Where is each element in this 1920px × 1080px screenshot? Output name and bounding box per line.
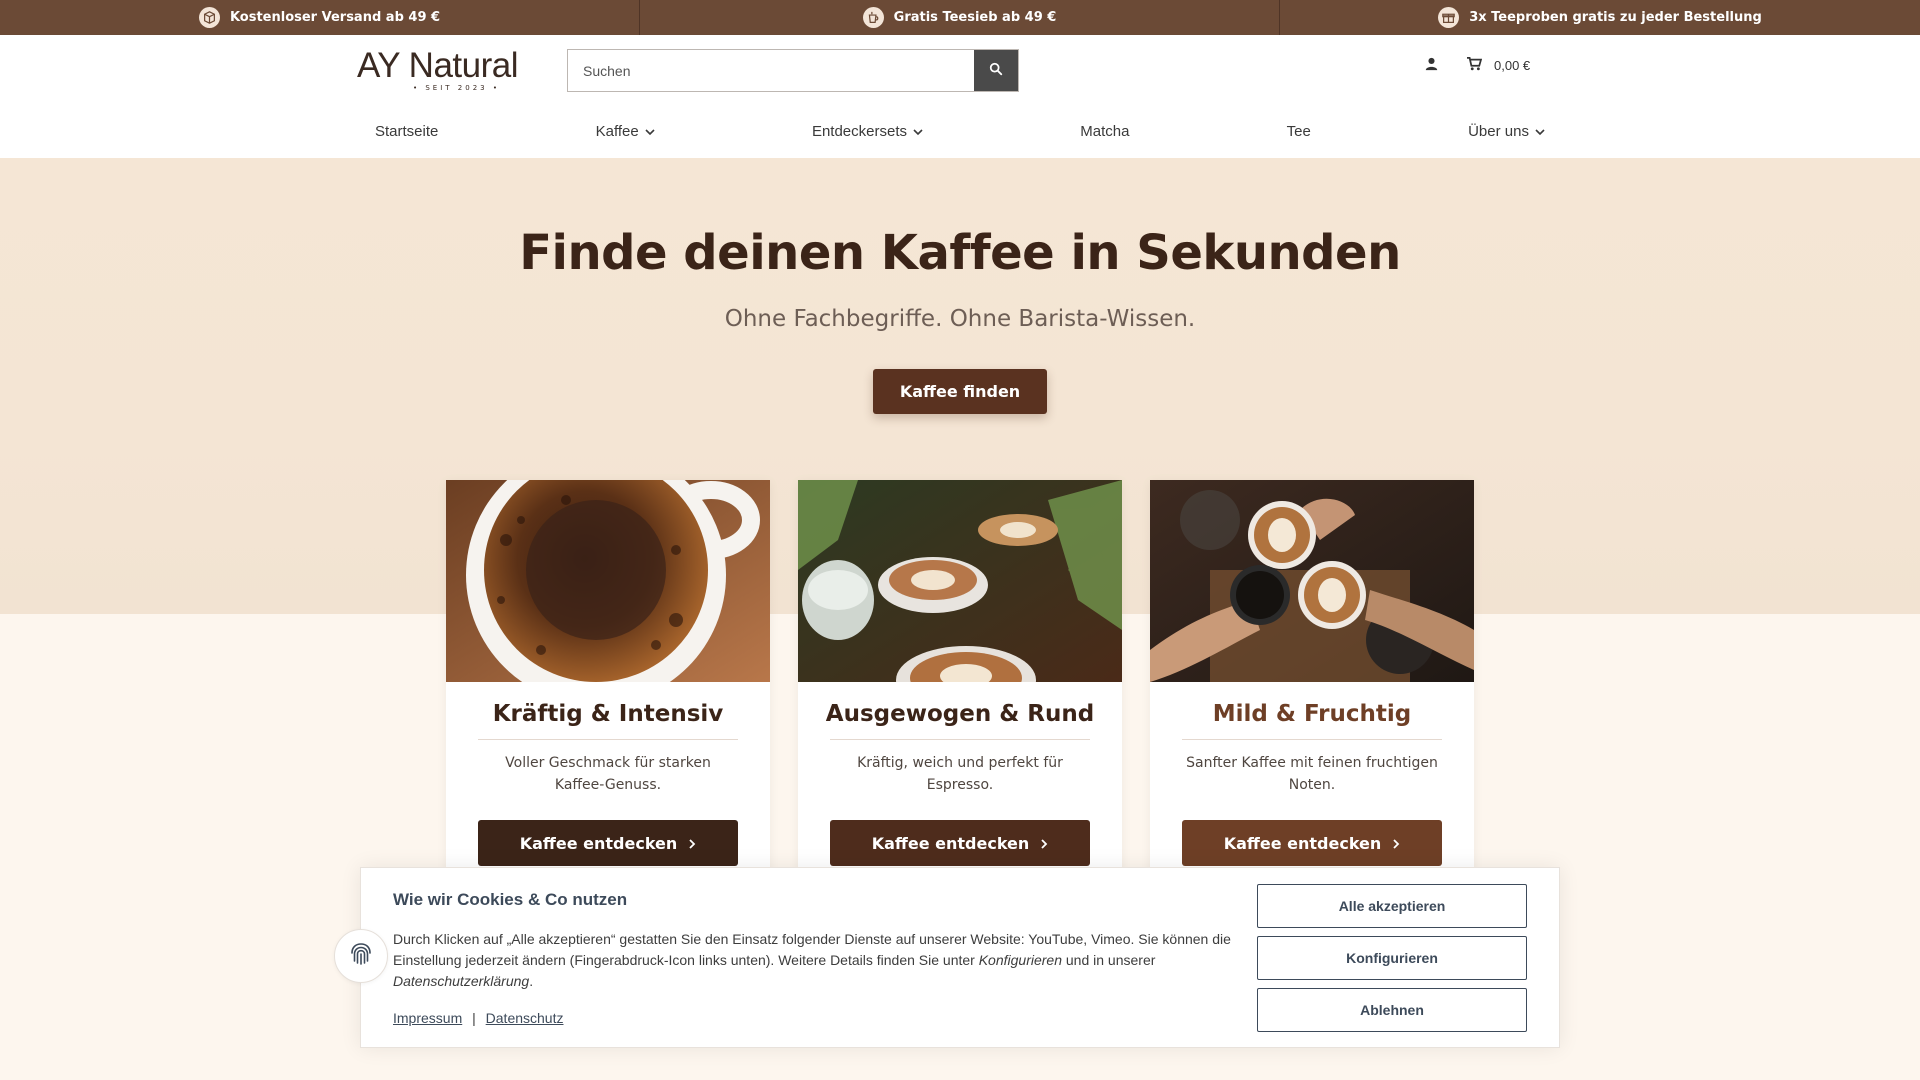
card-description: Kräftig, weich und perfekt für Espresso. [857, 755, 1063, 793]
cookie-banner: Wie wir Cookies & Co nutzen Durch Klicke… [360, 867, 1560, 1048]
logo-text: AY Natural [357, 46, 519, 85]
cookie-text-privacy: Datenschutzerklärung [393, 973, 530, 989]
nav-item-startseite[interactable]: Startseite [375, 123, 438, 140]
button-label: Kaffee entdecken [871, 833, 1030, 853]
link-separator: | [472, 1010, 476, 1026]
user-icon [1425, 57, 1438, 74]
button-label: Kaffee entdecken [519, 833, 678, 853]
cookie-links: Impressum | Datenschutz [393, 1010, 563, 1026]
card-description: Voller Geschmack für starken Kaffee-Genu… [505, 755, 711, 793]
nav-item-label: Entdeckersets [811, 122, 907, 140]
card-title: Mild & Fruchtig [1212, 701, 1412, 727]
impressum-link[interactable]: Impressum [393, 1010, 462, 1026]
nav-item-label: Tee [1286, 122, 1311, 140]
promo-tea-text: Gratis Teesieb ab 49 € [893, 10, 1057, 25]
card-divider [830, 739, 1090, 740]
search-input[interactable] [568, 50, 974, 91]
site-logo[interactable]: AY Natural • SEIT 2023 • [357, 47, 543, 95]
logo-subtitle: • SEIT 2023 • [413, 84, 500, 92]
cart-icon [1466, 57, 1483, 74]
cheers-cups-image [1150, 480, 1474, 682]
promo-tea-samples: 3x Teeproben gratis zu jeder Bestellung [1280, 0, 1920, 35]
coffee-cup-image [446, 480, 770, 682]
latte-cups-image [798, 480, 1122, 682]
accept-all-button[interactable]: Alle akzeptieren [1257, 884, 1527, 928]
cart-total: 0,00 € [1494, 58, 1531, 73]
nav-item-label: Kaffee [595, 122, 639, 140]
search-button[interactable] [974, 50, 1018, 91]
hero-title: Finde deinen Kaffee in Sekunden [519, 225, 1401, 281]
hero-subtitle: Ohne Fachbegriffe. Ohne Barista-Wissen. [724, 306, 1196, 332]
site-header: AY Natural • SEIT 2023 • 0,00 € Startsei… [0, 35, 1920, 158]
chevron-down-icon [645, 123, 655, 140]
nav-item-label: Matcha [1080, 122, 1130, 140]
top-promo-bar: Kostenloser Versand ab 49 € Gratis Teesi… [0, 0, 1920, 35]
chevron-down-icon [913, 123, 923, 140]
card-divider [478, 739, 738, 740]
promo-tea-strainer: Gratis Teesieb ab 49 € [640, 0, 1280, 35]
nav-item-ueber-uns[interactable]: Über uns [1468, 123, 1545, 140]
reject-button[interactable]: Ablehnen [1257, 988, 1527, 1032]
promo-samples-text: 3x Teeproben gratis zu jeder Bestellung [1469, 10, 1762, 25]
coffee-card-strong: Kräftig & Intensiv Voller Geschmack für … [446, 480, 770, 880]
cookie-text-part: und in unserer [1062, 952, 1156, 968]
chevron-right-icon [1393, 834, 1400, 853]
search-icon [989, 62, 1003, 79]
button-label: Kaffee entdecken [1223, 833, 1382, 853]
main-navigation: Startseite Kaffee Entdeckersets Matcha T… [375, 115, 1545, 147]
chevron-down-icon [1535, 123, 1545, 140]
cookie-title: Wie wir Cookies & Co nutzen [393, 890, 628, 909]
cookie-settings-button[interactable] [334, 929, 388, 983]
gift-icon [1438, 7, 1460, 28]
nav-item-entdeckersets[interactable]: Entdeckersets [812, 123, 923, 140]
discover-coffee-button[interactable]: Kaffee entdecken [1182, 820, 1442, 866]
promo-shipping: Kostenloser Versand ab 49 € [0, 0, 640, 35]
cookie-description: Durch Klicken auf „Alle akzeptieren“ ges… [393, 929, 1233, 992]
box-icon [198, 7, 220, 28]
card-title: Kräftig & Intensiv [492, 701, 724, 727]
discover-coffee-button[interactable]: Kaffee entdecken [830, 820, 1090, 866]
cookie-text-configure: Konfigurieren [978, 952, 1062, 968]
coffee-card-mild: Mild & Fruchtig Sanfter Kaffee mit feine… [1150, 480, 1474, 880]
header-actions: 0,00 € [1425, 57, 1530, 74]
nav-item-label: Startseite [375, 122, 439, 140]
nav-item-matcha[interactable]: Matcha [1080, 123, 1129, 140]
cart-button[interactable]: 0,00 € [1466, 57, 1530, 74]
account-button[interactable] [1425, 57, 1438, 74]
nav-item-tee[interactable]: Tee [1287, 123, 1311, 140]
cookie-text-part: . [529, 973, 534, 989]
tea-icon [862, 7, 884, 28]
chevron-right-icon [1041, 834, 1048, 853]
fingerprint-icon [346, 939, 376, 974]
nav-item-kaffee[interactable]: Kaffee [596, 123, 655, 140]
search-bar [567, 49, 1019, 92]
promo-shipping-text: Kostenloser Versand ab 49 € [229, 10, 441, 25]
card-description: Sanfter Kaffee mit feinen fruchtigen Not… [1186, 755, 1438, 793]
chevron-right-icon [689, 834, 696, 853]
card-divider [1182, 739, 1442, 740]
nav-item-label: Über uns [1468, 122, 1529, 140]
card-title: Ausgewogen & Rund [825, 701, 1095, 727]
coffee-card-balanced: Ausgewogen & Rund Kräftig, weich und per… [798, 480, 1122, 880]
find-coffee-button[interactable]: Kaffee finden [873, 369, 1047, 414]
configure-button[interactable]: Konfigurieren [1257, 936, 1527, 980]
discover-coffee-button[interactable]: Kaffee entdecken [478, 820, 738, 866]
datenschutz-link[interactable]: Datenschutz [486, 1010, 564, 1026]
